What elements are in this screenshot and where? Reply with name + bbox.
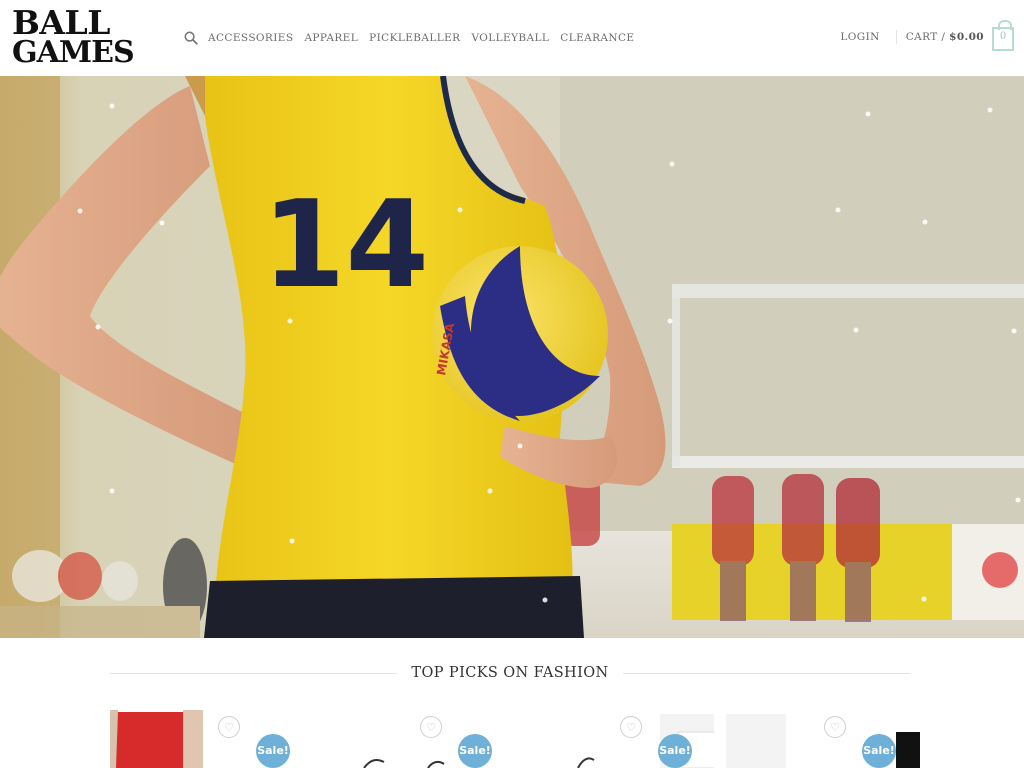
main-nav: ACCESSORIES APPAREL PICKLEBALLER VOLLEYB… [184, 30, 646, 46]
product-card[interactable]: ♡ Sale! [108, 710, 302, 768]
heart-icon[interactable]: ♡ [824, 716, 846, 738]
search-icon[interactable] [184, 31, 198, 45]
heart-icon[interactable]: ♡ [218, 716, 240, 738]
sale-badge: Sale! [458, 734, 492, 768]
nav-item-clearance[interactable]: CLEARANCE [560, 32, 634, 44]
product-card[interactable]: ♡ Sale! [314, 710, 508, 768]
sale-badge: Sale! [862, 734, 896, 768]
jersey-number: 14 [262, 176, 429, 315]
section-heading: TOP PICKS ON FASHION [110, 663, 910, 683]
product-card[interactable]: ♡ Sale! [520, 710, 714, 768]
heading-divider-left [110, 672, 398, 674]
site-header: BALL GAMES ACCESSORIES APPAREL PICKLEBAL… [0, 0, 1024, 76]
cart-label: CART / [905, 31, 946, 43]
nav-item-apparel[interactable]: APPAREL [304, 32, 358, 44]
section-title: TOP PICKS ON FASHION [411, 665, 609, 681]
hero-image: 14 MIKASA [0, 76, 1024, 638]
cart-count: 0 [999, 31, 1007, 42]
heart-icon[interactable]: ♡ [420, 716, 442, 738]
nav-item-accessories[interactable]: ACCESSORIES [208, 32, 293, 44]
heart-icon[interactable]: ♡ [620, 716, 642, 738]
heading-divider-right [622, 672, 910, 674]
header-divider [895, 30, 897, 44]
login-link[interactable]: LOGIN [840, 31, 879, 43]
cart-bag-icon[interactable]: 0 [992, 20, 1014, 51]
sale-badge: Sale! [256, 734, 290, 768]
product-grid: ♡ Sale! ♡ Sale! ♡ Sale! ♡ Sale! [108, 710, 920, 768]
nav-item-volleyball[interactable]: VOLLEYBALL [471, 32, 549, 44]
logo-line-1: BALL [12, 3, 110, 42]
hero-banner: 14 MIKASA [0, 76, 1024, 638]
cart-total: $0.00 [949, 31, 984, 43]
nav-item-pickleballer[interactable]: PICKLEBALLER [369, 32, 460, 44]
logo-line-2: GAMES [12, 35, 135, 70]
cart-link[interactable]: CART / $0.00 [906, 31, 984, 43]
sale-badge: Sale! [658, 734, 692, 768]
header-account-area: LOGIN CART / $0.00 0 [840, 20, 1014, 51]
site-logo[interactable]: BALL GAMES [12, 3, 135, 70]
product-card[interactable]: ♡ Sale! [726, 710, 920, 768]
